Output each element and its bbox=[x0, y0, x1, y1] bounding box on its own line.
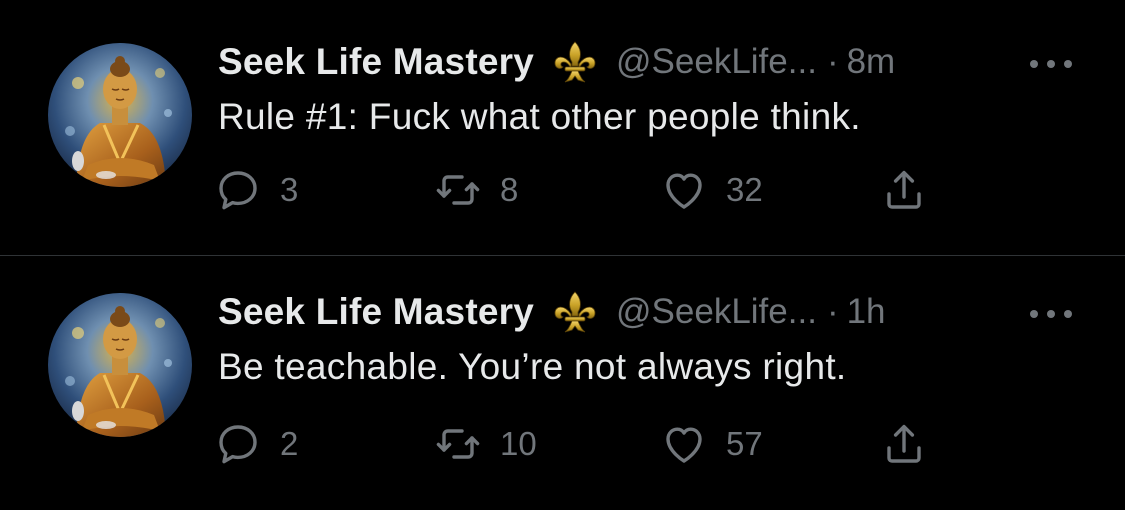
retweet-count: 8 bbox=[500, 171, 519, 208]
like-button[interactable]: 32 bbox=[660, 166, 763, 214]
tweet[interactable]: Seek Life Mastery @SeekLife... · 1h Be t… bbox=[0, 256, 1125, 510]
like-count: 57 bbox=[726, 425, 763, 462]
tweet-actions: 3 8 32 bbox=[0, 0, 1125, 255]
retweet-button[interactable]: 8 bbox=[434, 166, 518, 214]
tweet-actions: 2 10 57 bbox=[0, 256, 1125, 510]
reply-count: 2 bbox=[280, 425, 299, 462]
share-icon bbox=[880, 166, 928, 214]
reply-count: 3 bbox=[280, 171, 299, 208]
heart-icon bbox=[660, 420, 708, 468]
reply-button[interactable]: 3 bbox=[214, 166, 298, 214]
retweet-icon bbox=[434, 420, 482, 468]
reply-icon bbox=[214, 166, 262, 214]
like-button[interactable]: 57 bbox=[660, 420, 763, 468]
reply-icon bbox=[214, 420, 262, 468]
reply-button[interactable]: 2 bbox=[214, 420, 298, 468]
share-icon bbox=[880, 420, 928, 468]
tweet[interactable]: Seek Life Mastery @SeekLife... · 8m Rule… bbox=[0, 0, 1125, 255]
share-button[interactable] bbox=[880, 420, 928, 468]
share-button[interactable] bbox=[880, 166, 928, 214]
retweet-count: 10 bbox=[500, 425, 537, 462]
like-count: 32 bbox=[726, 171, 763, 208]
timeline-feed: Seek Life Mastery @SeekLife... · 8m Rule… bbox=[0, 0, 1125, 510]
retweet-icon bbox=[434, 166, 482, 214]
heart-icon bbox=[660, 166, 708, 214]
retweet-button[interactable]: 10 bbox=[434, 420, 537, 468]
